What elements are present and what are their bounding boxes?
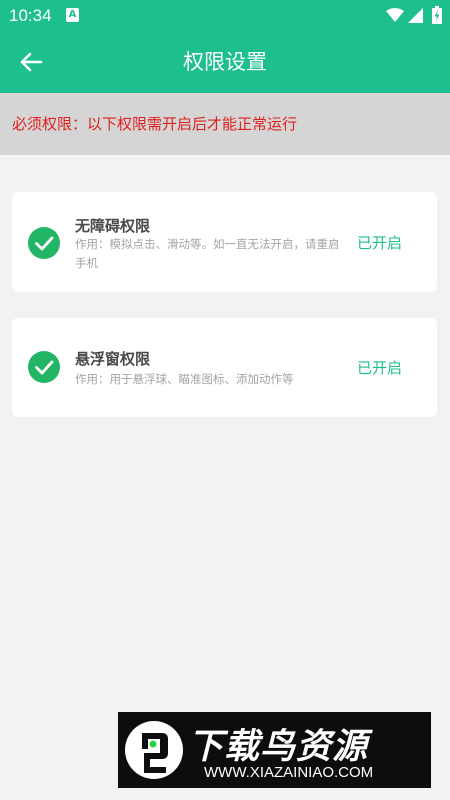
bird-logo-icon	[124, 719, 184, 781]
permission-card-overlay[interactable]: 悬浮窗权限 作用：用于悬浮球、瞄准图标、添加动作等 已开启	[12, 318, 437, 417]
notice-banner: 必须权限：以下权限需开启后才能正常运行	[0, 93, 450, 155]
permission-description: 作用：模拟点击、滑动等。如一直无法开启，请重启手机	[75, 237, 340, 270]
permission-description: 作用：用于悬浮球、瞄准图标、添加动作等	[75, 372, 294, 386]
status-time: 10:34	[9, 6, 52, 25]
permission-card-accessibility[interactable]: 无障碍权限 作用：模拟点击、滑动等。如一直无法开启，请重启手机 已开启	[12, 192, 437, 292]
page-title: 权限设置	[183, 50, 267, 74]
battery-charging-icon	[432, 6, 442, 28]
check-circle-icon	[28, 351, 60, 383]
notification-icon: A	[66, 8, 79, 22]
permission-title: 悬浮窗权限	[75, 350, 151, 368]
check-circle-icon	[28, 227, 60, 259]
notice-text: 必须权限：以下权限需开启后才能正常运行	[12, 115, 298, 133]
permission-status-button[interactable]: 已开启	[357, 357, 402, 378]
permission-title: 无障碍权限	[75, 217, 151, 235]
arrow-left-icon	[20, 52, 43, 72]
watermark: 下载鸟资源 WWW.XIAZAINIAO.COM	[118, 712, 431, 788]
signal-icon	[408, 8, 423, 27]
permission-status-button[interactable]: 已开启	[357, 232, 402, 253]
back-button[interactable]	[12, 45, 50, 79]
watermark-url: WWW.XIAZAINIAO.COM	[204, 764, 374, 781]
app-bar: 权限设置	[0, 32, 450, 93]
wifi-icon	[386, 8, 404, 27]
watermark-name: 下载鸟资源	[188, 727, 369, 767]
status-bar: 10:34 A	[0, 0, 450, 32]
